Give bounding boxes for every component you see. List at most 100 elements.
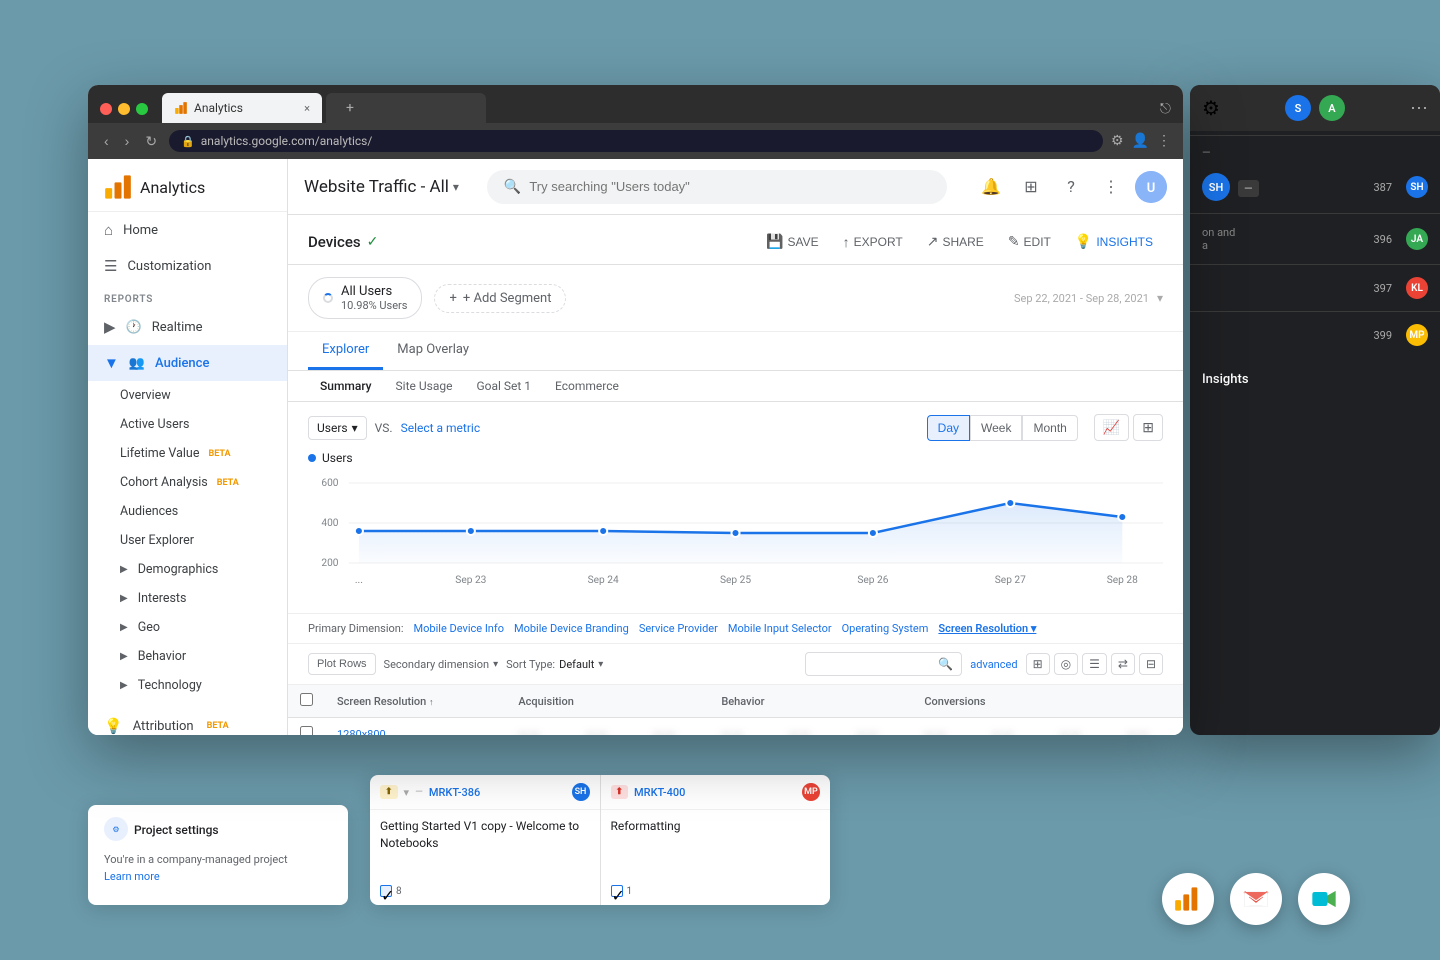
sidebar-sub-active-users[interactable]: Active Users	[88, 410, 287, 439]
select-metric-link[interactable]: Select a metric	[401, 421, 481, 435]
row-acq-cell-2: --- ---	[574, 718, 642, 736]
search-bar[interactable]: 🔍	[487, 170, 947, 204]
sidebar-sub-interests[interactable]: ▶ Interests	[88, 584, 287, 613]
date-range-dropdown-icon[interactable]: ▾	[1157, 291, 1163, 305]
row-checkbox-cell[interactable]	[288, 718, 325, 736]
bar-chart-button[interactable]: ⊞	[1133, 414, 1163, 441]
sidebar-item-customization[interactable]: ☰ Customization	[88, 248, 287, 284]
table-view-button[interactable]: ⊞	[1026, 653, 1050, 675]
sidebar-sub-overview[interactable]: Overview	[88, 381, 287, 410]
page-title[interactable]: Website Traffic - All ▾	[304, 177, 459, 197]
meet-fab[interactable]	[1298, 873, 1350, 925]
sidebar-sub-behavior[interactable]: ▶ Behavior	[88, 642, 287, 671]
sidebar-item-home[interactable]: ⌂ Home	[88, 212, 287, 248]
gmail-fab[interactable]	[1230, 873, 1282, 925]
rp-user-row-2[interactable]: on and a 396 JA	[1190, 218, 1440, 260]
save-button[interactable]: 💾 SAVE	[756, 227, 829, 256]
extensions-icon[interactable]: ⚙	[1111, 133, 1124, 149]
date-range-display[interactable]: Sep 22, 2021 - Sep 28, 2021	[1014, 292, 1149, 305]
ticket-2-checkbox[interactable]: ✓	[611, 885, 623, 897]
secondary-dimension-control[interactable]: Secondary dimension ▾	[384, 658, 499, 671]
week-button[interactable]: Week	[970, 415, 1022, 441]
row-checkbox[interactable]	[300, 726, 313, 735]
all-users-segment[interactable]: All Users 10.98% Users	[308, 277, 422, 319]
line-chart-button[interactable]: 📈	[1094, 414, 1129, 441]
reload-button[interactable]: ↻	[141, 131, 161, 152]
dim-service-provider[interactable]: Service Provider	[639, 622, 718, 635]
sort-type-control[interactable]: Sort Type: Default ▾	[506, 658, 603, 671]
sidebar-sub-technology[interactable]: ▶ Technology	[88, 671, 287, 700]
ps-learn-more-link[interactable]: Learn more	[104, 870, 332, 883]
rp-gear-icon[interactable]: ⚙	[1202, 96, 1220, 120]
new-tab-button[interactable]: +	[338, 100, 362, 116]
dim-mobile-device-info[interactable]: Mobile Device Info	[414, 622, 504, 635]
ticket-1-checkbox[interactable]: ✓	[380, 885, 392, 897]
profile-icon[interactable]: 👤	[1132, 133, 1149, 149]
apps-button[interactable]: ⊞	[1015, 171, 1047, 203]
minimize-traffic-light[interactable]	[118, 103, 130, 115]
rp-user-avatar-1[interactable]: S	[1285, 95, 1311, 121]
tab-map-overlay[interactable]: Map Overlay	[383, 332, 483, 370]
sidebar-sub-cohort-analysis[interactable]: Cohort Analysis BETA	[88, 468, 287, 497]
select-all-checkbox[interactable]	[300, 693, 313, 706]
sub-tab-ecommerce[interactable]: Ecommerce	[543, 371, 631, 401]
forward-button[interactable]: ›	[121, 131, 134, 151]
metric-dropdown[interactable]: Users ▾	[308, 416, 367, 440]
dim-screen-resolution[interactable]: Screen Resolution ▾	[938, 622, 1036, 635]
active-tab[interactable]: Analytics ×	[162, 93, 322, 123]
cast-icon[interactable]: ⎋	[1160, 101, 1171, 117]
sidebar-item-audience[interactable]: ▼ 👥 Audience	[88, 345, 287, 381]
ticket-1-id[interactable]: MRKT-386	[429, 786, 480, 799]
maximize-traffic-light[interactable]	[136, 103, 148, 115]
plot-rows-button[interactable]: Plot Rows	[308, 653, 376, 675]
rp-user-row-3[interactable]: 397 KL	[1190, 269, 1440, 307]
inactive-tab[interactable]: +	[326, 93, 486, 123]
back-button[interactable]: ‹	[100, 131, 113, 151]
advanced-link[interactable]: advanced	[970, 658, 1017, 671]
rp-user-row-1[interactable]: SH — 387 SH	[1190, 165, 1440, 209]
dim-mobile-input-selector[interactable]: Mobile Input Selector	[728, 622, 832, 635]
add-segment-button[interactable]: + + Add Segment	[434, 284, 566, 313]
edit-button[interactable]: ✎ EDIT	[998, 227, 1061, 256]
table-search[interactable]: 🔍	[805, 652, 962, 676]
notifications-button[interactable]: 🔔	[975, 171, 1007, 203]
sub-tab-summary[interactable]: Summary	[308, 371, 384, 401]
help-button[interactable]: ?	[1055, 171, 1087, 203]
rp-user-avatar-2[interactable]: A	[1319, 95, 1345, 121]
day-button[interactable]: Day	[927, 415, 970, 441]
rp-user-row-4[interactable]: 399 MP	[1190, 316, 1440, 354]
close-traffic-light[interactable]	[100, 103, 112, 115]
col-screen-resolution[interactable]: Screen Resolution ↑	[325, 685, 506, 718]
sidebar-sub-user-explorer[interactable]: User Explorer	[88, 526, 287, 555]
sidebar-item-realtime[interactable]: ▶ 🕐 Realtime	[88, 309, 287, 345]
table-compare-button[interactable]: ⇄	[1111, 653, 1135, 675]
url-bar[interactable]: 🔒 analytics.google.com/analytics/	[169, 130, 1103, 152]
tab-explorer[interactable]: Explorer	[308, 332, 383, 370]
export-button[interactable]: ↑ EXPORT	[833, 228, 913, 256]
dim-operating-system[interactable]: Operating System	[842, 622, 929, 635]
menu-icon[interactable]: ⋮	[1157, 133, 1171, 149]
table-bar-button[interactable]: ☰	[1082, 653, 1107, 675]
search-input[interactable]	[529, 179, 930, 194]
user-avatar[interactable]: U	[1135, 171, 1167, 203]
dim-mobile-device-branding[interactable]: Mobile Device Branding	[514, 622, 629, 635]
insights-button[interactable]: 💡 INSIGHTS	[1065, 227, 1163, 256]
tab-close-button[interactable]: ×	[304, 102, 310, 115]
sidebar-item-attribution[interactable]: 💡 Attribution BETA	[88, 708, 287, 735]
ticket-1-dropdown-icon[interactable]: ▾	[404, 786, 410, 799]
rp-more-icon[interactable]: ⋯	[1410, 98, 1428, 119]
sidebar-sub-geo[interactable]: ▶ Geo	[88, 613, 287, 642]
sub-tab-site-usage[interactable]: Site Usage	[384, 371, 465, 401]
more-options-button[interactable]: ⋮	[1095, 171, 1127, 203]
sidebar-sub-lifetime-value[interactable]: Lifetime Value BETA	[88, 439, 287, 468]
table-pivot-button[interactable]: ⊟	[1139, 653, 1163, 675]
ticket-2-id[interactable]: MRKT-400	[634, 786, 685, 799]
table-search-input[interactable]	[814, 658, 934, 670]
analytics-fab[interactable]	[1162, 873, 1214, 925]
table-pie-button[interactable]: ◎	[1054, 653, 1078, 675]
sidebar-sub-audiences[interactable]: Audiences	[88, 497, 287, 526]
share-button[interactable]: ↗ SHARE	[917, 227, 994, 256]
sub-tab-goal-set-1[interactable]: Goal Set 1	[464, 371, 543, 401]
sidebar-sub-demographics[interactable]: ▶ Demographics	[88, 555, 287, 584]
month-button[interactable]: Month	[1022, 415, 1077, 441]
